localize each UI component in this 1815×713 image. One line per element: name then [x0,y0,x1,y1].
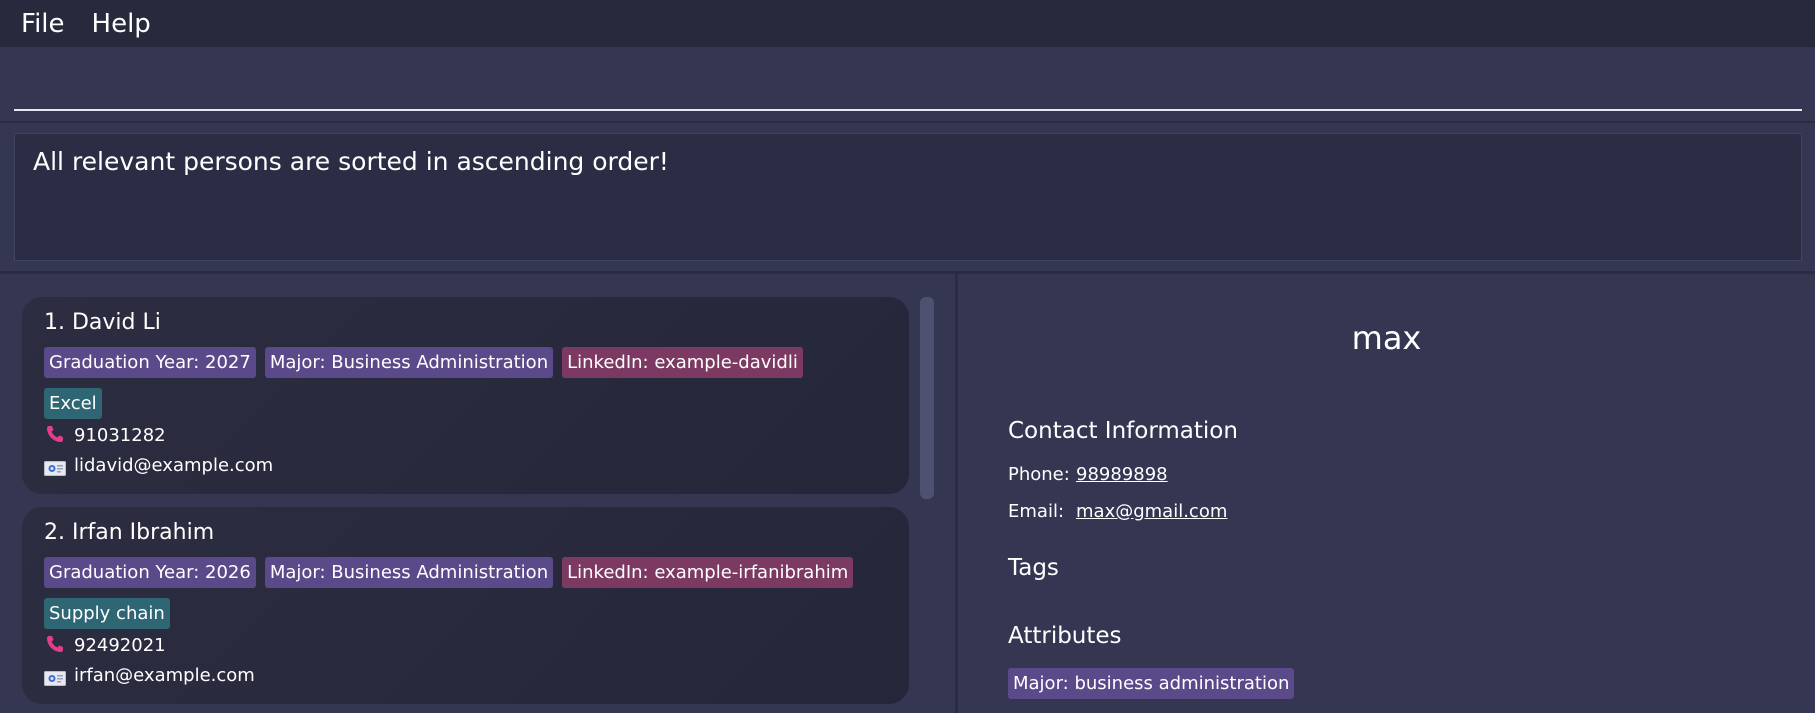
detail-phone-line: Phone: 98989898 [1008,464,1168,485]
major-tag: Major: Business Administration [264,557,554,588]
person-card[interactable]: 1. David Li Graduation Year: 2027 Major:… [22,297,909,494]
person-card[interactable]: 2. Irfan Ibrahim Graduation Year: 2026 M… [22,507,909,704]
phone-icon [44,424,66,449]
phone-value: 92492021 [74,635,166,656]
phone-value: 91031282 [74,425,166,446]
phone-line: 91031282 [44,423,887,449]
phone-line: 92492021 [44,633,887,659]
skill-tag: Supply chain [44,598,170,629]
contact-information-heading: Contact Information [1008,418,1238,444]
email-line: irfan@example.com [44,663,887,689]
menu-bar: File Help [0,0,1815,47]
list-scrollbar[interactable] [920,297,934,499]
tag-row: Graduation Year: 2026 Major: Business Ad… [44,557,887,588]
email-value: irfan@example.com [74,665,255,686]
skill-tag: Excel [44,388,102,419]
phone-link[interactable]: 98989898 [1076,464,1168,485]
tag-row: Graduation Year: 2027 Major: Business Ad… [44,347,887,378]
person-name: 2. Irfan Ibrahim [44,520,215,545]
skill-row: Excel [44,388,887,419]
result-message: All relevant persons are sorted in ascen… [33,147,669,176]
linkedin-tag: LinkedIn: example-irfanibrahim [562,557,854,588]
menu-file[interactable]: File [21,6,65,42]
major-tag: Major: Business Administration [264,347,554,378]
phone-icon [44,634,66,659]
attribute-tag: Major: business administration [1008,668,1295,699]
menu-help[interactable]: Help [92,6,151,42]
email-icon [44,669,66,686]
person-detail-panel: max Contact Information Phone: 98989898 … [958,274,1815,713]
divider [0,121,1815,123]
person-name: 1. David Li [44,310,161,335]
email-link[interactable]: max@gmail.com [1076,501,1227,522]
result-display: All relevant persons are sorted in ascen… [14,133,1802,261]
command-box-area [0,47,1815,121]
tags-heading: Tags [1008,555,1059,581]
email-value: lidavid@example.com [74,455,274,476]
phone-label: Phone: [1008,464,1070,485]
attributes-heading: Attributes [1008,623,1122,649]
graduation-year-tag: Graduation Year: 2026 [44,557,256,588]
email-icon [44,459,66,476]
person-list-panel[interactable]: 1. David Li Graduation Year: 2027 Major:… [0,274,955,713]
command-input[interactable] [14,53,1802,111]
graduation-year-tag: Graduation Year: 2027 [44,347,256,378]
detail-person-name: max [1351,319,1422,357]
email-label: Email: [1008,501,1065,522]
skill-row: Supply chain [44,598,887,629]
email-line: lidavid@example.com [44,453,887,479]
detail-email-line: Email: max@gmail.com [1008,501,1227,522]
linkedin-tag: LinkedIn: example-davidli [562,347,803,378]
